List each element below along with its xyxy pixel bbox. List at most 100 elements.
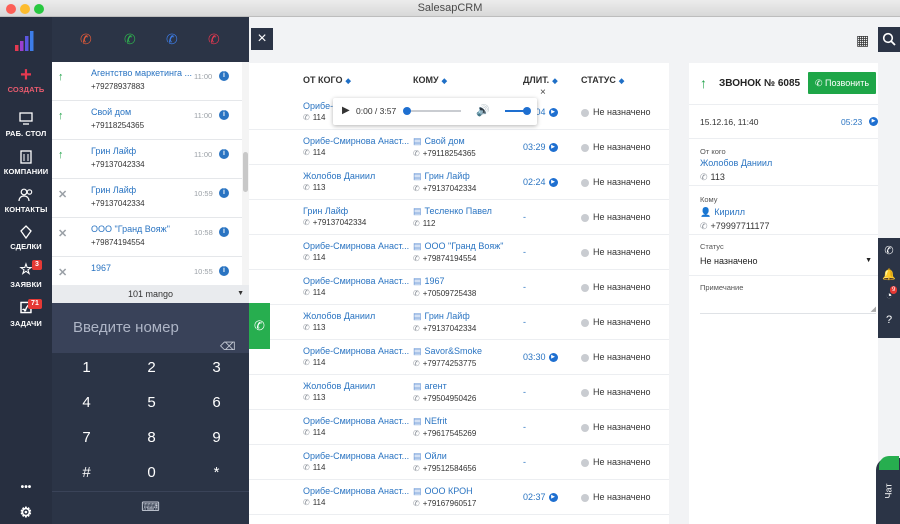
tab-missed-calls-icon[interactable]: ✆ (208, 31, 220, 48)
info-icon[interactable]: i (219, 227, 229, 237)
caller-name-link[interactable]: Грин Лайф (91, 185, 193, 195)
help-icon[interactable]: ? (878, 314, 900, 326)
recent-call-item[interactable]: ✕ Грин Лайф +79137042334 10:59 i (52, 179, 242, 218)
calls-scrollbar-thumb[interactable] (243, 152, 248, 192)
play-recording-icon[interactable]: ▶ (548, 178, 558, 188)
to-name-link[interactable]: ▤ Тесленко Павел (413, 206, 492, 217)
maximize-window-button[interactable] (34, 4, 44, 14)
keyboard-toggle-icon[interactable]: ⌨ (52, 491, 249, 524)
info-icon[interactable]: i (219, 266, 229, 276)
from-name-link[interactable]: Жолобов Даниил (303, 311, 375, 321)
status-select[interactable]: Не назначено ▼ (700, 256, 872, 270)
play-recording-icon[interactable]: ▶ (548, 143, 558, 153)
table-row[interactable]: Грин Лайф ✆ +79137042334 ▤ Тесленко Павел ✆ 11… (249, 200, 669, 235)
play-recording-icon[interactable]: ▶ (548, 353, 558, 363)
to-name-link[interactable]: ▤ ООО КРОН (413, 486, 476, 497)
sidebar-item-tasks[interactable]: ☑ 71 ЗАДАЧИ (0, 299, 52, 328)
caller-name-link[interactable]: Свой дом (91, 107, 193, 117)
from-name-link[interactable]: Жолобов Даниил (700, 158, 772, 168)
from-name-link[interactable]: Орибе-Смирнова Анаст... (303, 451, 409, 461)
close-player-button[interactable]: × (540, 87, 546, 98)
keypad-key[interactable]: 0 (119, 464, 184, 481)
table-row[interactable]: Жолобов Даниил ✆ 113 ▤ Грин Лайф ✆ +7913704233… (249, 305, 669, 340)
player-progress-track[interactable] (403, 107, 461, 115)
call-back-button[interactable]: ✆ Позвонить (808, 72, 876, 94)
table-row[interactable]: Орибе-Смирнова Анаст... ✆ 114 ▤ NEfrit ✆ +7961… (249, 410, 669, 445)
play-icon[interactable]: ▶ (342, 105, 350, 116)
table-row[interactable]: Орибе-Смирнова Анаст... ✆ 114 ▤ Свой дом ✆ +79… (249, 130, 669, 165)
player-progress-knob[interactable] (403, 107, 411, 115)
from-name-link[interactable]: Жолобов Даниил (303, 171, 375, 181)
table-row[interactable]: Орибе-Смирнова Анаст... ✆ 114 ▤ Ойли ✆ +795125… (249, 445, 669, 480)
play-recording-icon[interactable]: ▶ (548, 493, 558, 503)
sidebar-item-companies[interactable]: КОМПАНИИ (0, 149, 52, 176)
caller-name-link[interactable]: ООО "Гранд Вояж" (91, 224, 193, 234)
from-name-link[interactable]: Орибе-Смирнова Анаст... (303, 136, 409, 146)
from-name-link[interactable]: Грин Лайф (303, 206, 366, 216)
dial-call-button[interactable]: ✆ (249, 303, 270, 349)
search-button[interactable] (878, 27, 900, 52)
sidebar-item-create[interactable]: + СОЗДАТЬ (0, 65, 52, 94)
bell-icon[interactable]: 🔔 (878, 268, 900, 281)
volume-icon[interactable]: 🔊 (476, 104, 490, 117)
volume-slider[interactable] (505, 107, 531, 115)
recent-call-item[interactable]: ↑ Агентство маркетинга ... +79278937883 11:… (52, 62, 242, 101)
from-name-link[interactable]: Орибе-Смирнова Анаст... (303, 241, 409, 251)
sidebar-item-contacts[interactable]: КОНТАКТЫ (0, 187, 52, 214)
column-header-from[interactable]: ОТ КОГО ◆ (303, 75, 351, 85)
more-icon[interactable]: ••• (0, 482, 52, 493)
to-name-link[interactable]: 👤 Кирилл (700, 207, 745, 218)
tab-all-calls-icon[interactable]: ✆ (166, 31, 178, 48)
info-icon[interactable]: i (219, 149, 229, 159)
from-name-link[interactable]: Жолобов Даниил (303, 381, 375, 391)
keypad-key[interactable]: 7 (54, 429, 119, 446)
to-name-link[interactable]: ▤ ООО "Гранд Вояж" (413, 241, 503, 252)
to-name-link[interactable]: ▤ агент (413, 381, 476, 392)
chat-button[interactable]: Чат (876, 456, 900, 524)
caller-name-link[interactable]: Агентство маркетинга ... (91, 68, 193, 78)
sidebar-item-desktop[interactable]: РАБ. СТОЛ (0, 111, 52, 138)
keypad-key[interactable]: 6 (184, 394, 249, 411)
settings-icon[interactable]: ⚙ (0, 504, 52, 522)
keypad-key[interactable]: 9 (184, 429, 249, 446)
phone-number-input[interactable]: Введите номер ⌫ (52, 303, 249, 353)
keypad-key[interactable]: # (54, 464, 119, 481)
table-row[interactable]: Орибе-Смирнова Анаст... ✆ 114 ▤ Savor&Smoke ✆… (249, 340, 669, 375)
table-row[interactable]: Орибе-Смирнова Анаст... ✆ 114 ▤ ООО КРОН ✆ +79… (249, 480, 669, 515)
table-row[interactable]: Орибе-Смирнова Анаст... ✆ 114 ▤ 1967 ✆ +705097… (249, 270, 669, 305)
recent-call-item[interactable]: ↑ Грин Лайф +79137042334 11:00 i (52, 140, 242, 179)
keypad-key[interactable]: * (184, 464, 249, 481)
from-name-link[interactable]: Орибе-Смирнова Анаст... (303, 276, 409, 286)
to-name-link[interactable]: ▤ 1967 (413, 276, 476, 287)
from-name-link[interactable]: Орибе-Смирнова Анаст... (303, 416, 409, 426)
recent-call-item[interactable]: ↑ Свой дом +79118254365 11:00 i (52, 101, 242, 140)
caller-name-link[interactable]: Грин Лайф (91, 146, 193, 156)
play-recording-icon[interactable]: ▶ (548, 108, 558, 118)
column-header-to[interactable]: КОМУ ◆ (413, 75, 447, 85)
grid-view-icon[interactable]: ▦ (856, 32, 869, 49)
sidebar-item-requests[interactable]: ☆ 3 ЗАЯВКИ (0, 260, 52, 289)
to-name-link[interactable]: ▤ Грин Лайф (413, 171, 476, 182)
phone-tool-icon[interactable]: ✆ (878, 244, 900, 257)
minimize-window-button[interactable] (20, 4, 30, 14)
close-panel-button[interactable]: × (251, 28, 273, 50)
to-name-link[interactable]: ▤ Ойли (413, 451, 476, 462)
info-icon[interactable]: i (219, 188, 229, 198)
keypad-key[interactable]: 5 (119, 394, 184, 411)
recent-call-item[interactable]: ✕ 1967 10:55 i (52, 257, 242, 285)
keypad-key[interactable]: 8 (119, 429, 184, 446)
column-header-status[interactable]: СТАТУС ◆ (581, 75, 624, 85)
sidebar-item-deals[interactable]: СДЕЛКИ (0, 224, 52, 251)
play-recording-icon[interactable]: ▶ (869, 117, 878, 126)
to-name-link[interactable]: ▤ NEfrit (413, 416, 476, 427)
caller-name-link[interactable]: 1967 (91, 263, 193, 273)
recent-call-item[interactable]: ✕ ООО "Гранд Вояж" +79874194554 10:58 i (52, 218, 242, 257)
column-header-duration[interactable]: ДЛИТ. ◆ (523, 75, 558, 85)
to-name-link[interactable]: ▤ Savor&Smoke (413, 346, 482, 357)
volume-knob[interactable] (523, 107, 531, 115)
sip-account-select[interactable]: 101 mango ▼ (52, 285, 249, 303)
tab-outgoing-calls-icon[interactable]: ✆ (80, 31, 92, 48)
info-icon[interactable]: i (219, 110, 229, 120)
to-name-link[interactable]: ▤ Свой дом (413, 136, 476, 147)
from-name-link[interactable]: Орибе-Смирнова Анаст... (303, 486, 409, 496)
